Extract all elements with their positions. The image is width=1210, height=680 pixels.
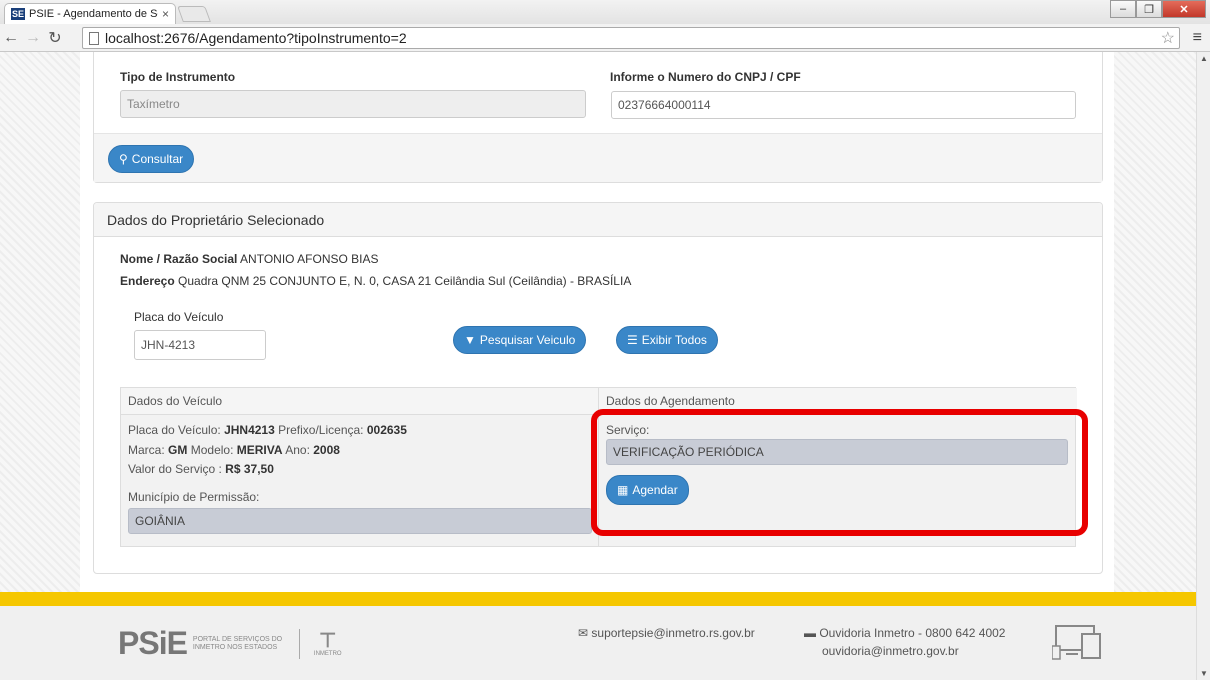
scroll-down-icon[interactable]: ▼ — [1200, 669, 1208, 678]
support-email: suportepsie@inmetro.rs.gov.br — [591, 626, 755, 640]
inmetro-logo: ⊤ INMETRO — [314, 631, 342, 657]
footer-accent-bar — [0, 592, 1196, 606]
ouvidoria-email[interactable]: ouvidoria@inmetro.gov.br — [822, 644, 959, 658]
browser-titlebar: SE PSIE - Agendamento de Se × – ❐ ✕ — [0, 0, 1210, 24]
background-pattern-left — [0, 52, 80, 592]
bookmark-star-icon[interactable]: ☆ — [1161, 28, 1175, 48]
consultar-label: Consultar — [131, 152, 184, 166]
browser-toolbar: ← → ↻ localhost:2676/Agendamento?tipoIns… — [0, 24, 1210, 52]
vehicle-price-line: Valor do Serviço : R$ 37,50 — [128, 462, 274, 476]
search-panel-footer — [94, 133, 1102, 182]
page-icon — [89, 31, 99, 45]
ouvidoria-phone: Ouvidoria Inmetro - 0800 642 4002 — [819, 626, 1006, 640]
vehicle-plate-value: JHN4213 — [224, 423, 275, 437]
psie-logo: PSiE PORTAL DE SERVIÇOS DO INMETRO NOS E… — [118, 625, 342, 662]
forward-arrow-icon[interactable]: → — [22, 29, 44, 47]
owner-name-value: ANTONIO AFONSO BIAS — [240, 252, 379, 266]
tab-favicon-icon: SE — [11, 8, 25, 20]
window-controls: – ❐ ✕ — [1110, 0, 1206, 18]
responsive-devices-icon — [1052, 625, 1101, 660]
pesquisar-veiculo-label: Pesquisar Veiculo — [479, 333, 576, 347]
tipo-instrumento-select: Taxímetro — [120, 90, 586, 118]
exibir-todos-label: Exibir Todos — [641, 333, 707, 347]
inmetro-mark-icon: ⊤ — [319, 629, 337, 652]
minimize-button[interactable]: – — [1110, 0, 1136, 18]
filter-icon: ▼ — [464, 333, 476, 347]
vehicle-plate-label: Placa do Veículo: — [128, 423, 221, 437]
background-pattern-right — [1114, 52, 1196, 592]
url-text: localhost:2676/Agendamento?tipoInstrumen… — [105, 30, 407, 46]
page-viewport: Tipo de Instrumento Taxímetro Informe o … — [0, 52, 1196, 680]
inmetro-logo-text: INMETRO — [313, 650, 342, 657]
search-icon: ⚲ — [119, 152, 128, 166]
placa-input[interactable]: JHN-4213 — [134, 330, 266, 360]
chat-icon: ▬ — [804, 626, 816, 640]
vehicle-model-line: Marca: GM Modelo: MERIVA Ano: 2008 — [128, 443, 340, 457]
municipio-label: Município de Permissão: — [128, 490, 260, 504]
pesquisar-veiculo-button[interactable]: ▼ Pesquisar Veiculo — [453, 326, 587, 354]
cnpj-input[interactable]: 02376664000114 — [611, 91, 1076, 119]
maximize-button[interactable]: ❐ — [1136, 0, 1162, 18]
highlight-annotation — [591, 409, 1088, 536]
back-arrow-icon[interactable]: ← — [0, 29, 22, 47]
search-panel: Tipo de Instrumento Taxímetro Informe o … — [93, 52, 1103, 183]
vehicle-brand-label: Marca: — [128, 443, 165, 457]
vehicle-price-label: Valor do Serviço : — [128, 462, 222, 476]
municipio-field: GOIÂNIA — [128, 508, 592, 534]
tab-close-icon[interactable]: × — [162, 7, 169, 21]
browser-tab[interactable]: SE PSIE - Agendamento de Se × — [4, 3, 176, 24]
exibir-todos-button[interactable]: ☰ Exibir Todos — [616, 326, 718, 354]
psie-logo-subtitle: PORTAL DE SERVIÇOS DO INMETRO NOS ESTADO… — [192, 635, 283, 651]
vehicle-brand-value: GM — [168, 443, 188, 457]
browser-menu-icon[interactable]: ≡ — [1193, 29, 1202, 47]
owner-panel-title: Dados do Proprietário Selecionado — [94, 203, 1102, 237]
vehicle-prefix-value: 002635 — [366, 423, 407, 437]
vehicle-year-value: 2008 — [313, 443, 340, 457]
vehicle-title: Dados do Veículo — [121, 388, 598, 415]
vehicle-model-label: Modelo: — [190, 443, 234, 457]
psie-logo-text: PSiE — [118, 625, 188, 661]
vehicle-column: Dados do Veículo Placa do Veículo: JHN42… — [121, 388, 599, 546]
owner-name-line: Nome / Razão Social ANTONIO AFONSO BIAS — [120, 252, 379, 266]
tab-title: PSIE - Agendamento de Se — [29, 8, 158, 20]
page-scrollbar[interactable]: ▲ ▼ — [1196, 52, 1210, 680]
cnpj-label: Informe o Numero do CNPJ / CPF — [610, 70, 801, 84]
vehicle-price-value: R$ 37,50 — [225, 462, 274, 476]
placa-label: Placa do Veículo — [134, 310, 224, 324]
address-bar[interactable]: localhost:2676/Agendamento?tipoInstrumen… — [82, 27, 1180, 49]
tipo-instrumento-label: Tipo de Instrumento — [120, 70, 236, 84]
new-tab-button[interactable] — [177, 6, 211, 22]
owner-address-line: Endereço Quadra QNM 25 CONJUNTO E, N. 0,… — [120, 274, 631, 288]
close-window-button[interactable]: ✕ — [1162, 0, 1206, 18]
support-email-line[interactable]: ✉ suportepsie@inmetro.rs.gov.br — [578, 626, 755, 640]
envelope-icon: ✉ — [578, 626, 589, 640]
site-footer: PSiE PORTAL DE SERVIÇOS DO INMETRO NOS E… — [0, 606, 1196, 680]
reload-icon[interactable]: ↻ — [44, 28, 66, 48]
owner-address-label: Endereço — [120, 274, 175, 288]
vehicle-model-value: MERIVA — [236, 443, 283, 457]
vehicle-prefix-label: Prefixo/Licença: — [278, 423, 364, 437]
owner-address-value: Quadra QNM 25 CONJUNTO E, N. 0, CASA 21 … — [178, 274, 632, 288]
list-icon: ☰ — [627, 333, 638, 347]
consultar-button[interactable]: ⚲ Consultar — [108, 145, 195, 173]
owner-name-label: Nome / Razão Social — [120, 252, 238, 266]
scroll-up-icon[interactable]: ▲ — [1200, 54, 1208, 63]
logo-divider — [298, 628, 300, 659]
ouvidoria-line: ▬ Ouvidoria Inmetro - 0800 642 4002 — [804, 626, 1005, 640]
vehicle-year-label: Ano: — [285, 443, 310, 457]
vehicle-plate-line: Placa do Veículo: JHN4213 Prefixo/Licenç… — [128, 423, 407, 437]
